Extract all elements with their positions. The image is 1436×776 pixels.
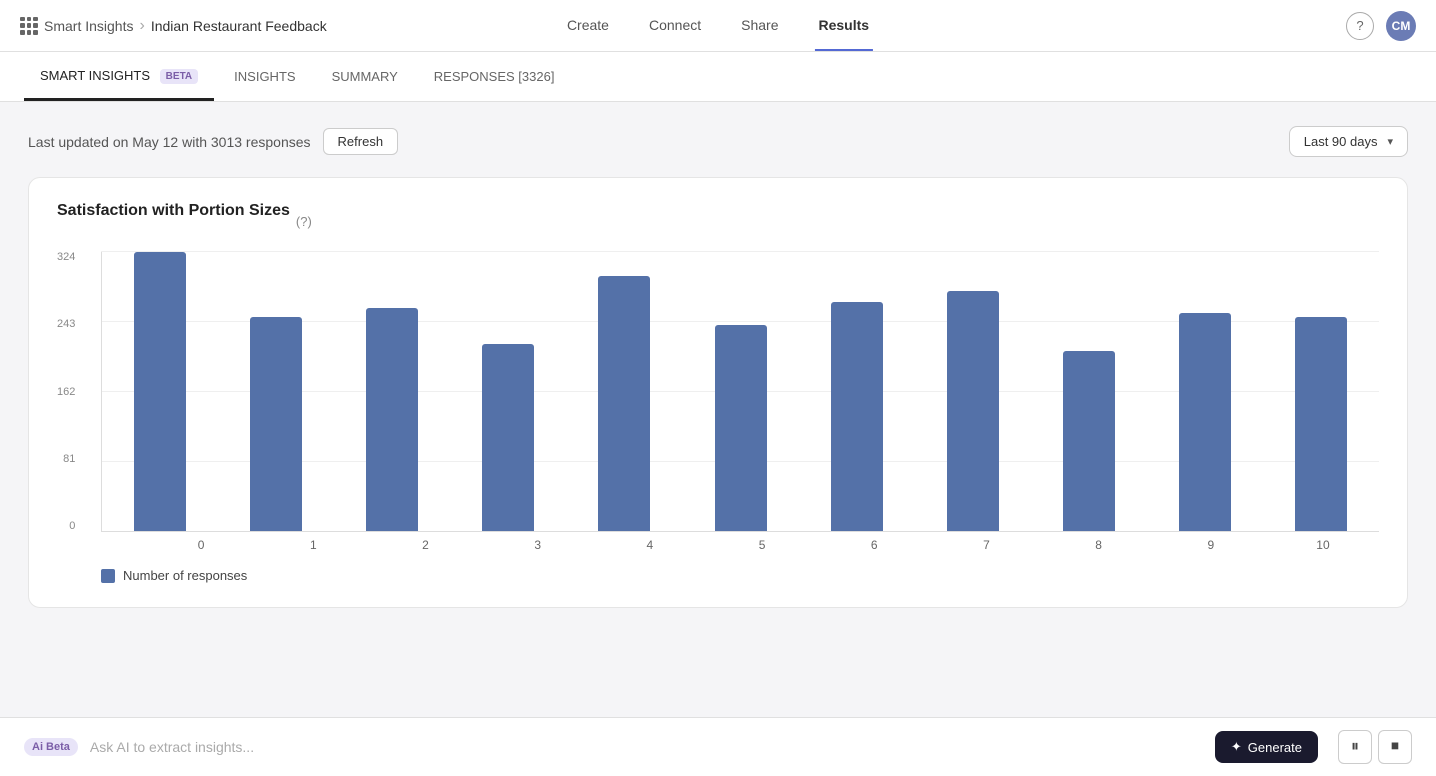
user-avatar[interactable]: CM xyxy=(1386,11,1416,41)
generate-icon: ✦ xyxy=(1231,739,1242,755)
ai-beta-tag: Ai Beta xyxy=(24,738,78,756)
x-label-6: 6 xyxy=(818,538,930,552)
status-bar: Last updated on May 12 with 3013 respons… xyxy=(28,126,1408,157)
y-label-0: 0 xyxy=(57,521,83,532)
x-label-9: 9 xyxy=(1155,538,1267,552)
chart-legend: Number of responses xyxy=(57,568,1379,583)
chevron-down-icon: ▾ xyxy=(1387,135,1393,148)
x-label-4: 4 xyxy=(594,538,706,552)
chart-title: Satisfaction with Portion Sizes xyxy=(57,202,290,220)
status-left: Last updated on May 12 with 3013 respons… xyxy=(28,128,398,155)
y-label-81: 81 xyxy=(57,454,83,465)
generate-button[interactable]: ✦ Generate xyxy=(1215,731,1318,763)
date-filter-dropdown[interactable]: Last 90 days ▾ xyxy=(1289,126,1408,157)
help-button[interactable]: ? xyxy=(1346,12,1374,40)
ai-bottom-bar: Ai Beta ✦ Generate ⏸ ⏹ xyxy=(0,717,1436,776)
ai-input-field[interactable] xyxy=(90,739,1203,755)
pause-controls: ⏸ ⏹ xyxy=(1338,730,1412,764)
bar-10[interactable] xyxy=(1295,317,1347,531)
x-axis-labels: 012345678910 xyxy=(101,538,1379,552)
y-axis: 0 81 162 243 324 xyxy=(57,252,83,532)
bar-group-7 xyxy=(915,252,1031,531)
x-label-0: 0 xyxy=(145,538,257,552)
x-label-2: 2 xyxy=(369,538,481,552)
date-filter-label: Last 90 days xyxy=(1304,134,1378,149)
bar-group-2 xyxy=(334,252,450,531)
bar-group-0 xyxy=(102,252,218,531)
tabs-bar: SMART INSIGHTS BETA INSIGHTS SUMMARY RES… xyxy=(0,52,1436,102)
bar-group-4 xyxy=(566,252,682,531)
bar-group-10 xyxy=(1263,252,1379,531)
bar-group-9 xyxy=(1147,252,1263,531)
x-label-7: 7 xyxy=(930,538,1042,552)
breadcrumb-page: Indian Restaurant Feedback xyxy=(151,18,327,34)
chart-tooltip-icon[interactable]: (?) xyxy=(296,214,312,229)
x-label-3: 3 xyxy=(482,538,594,552)
breadcrumb-arrow: › xyxy=(139,17,144,35)
chart-bars xyxy=(101,252,1379,532)
bar-1[interactable] xyxy=(250,317,302,531)
nav-share[interactable]: Share xyxy=(737,1,782,51)
legend-label: Number of responses xyxy=(123,568,247,583)
bar-group-1 xyxy=(218,252,334,531)
tab-smart-insights[interactable]: SMART INSIGHTS BETA xyxy=(24,52,214,101)
nav-center: Create Connect Share Results xyxy=(563,1,873,51)
tab-insights[interactable]: INSIGHTS xyxy=(218,53,311,101)
x-label-10: 10 xyxy=(1267,538,1379,552)
x-label-8: 8 xyxy=(1043,538,1155,552)
bar-7[interactable] xyxy=(947,291,999,531)
app-name: Smart Insights xyxy=(44,18,133,34)
bar-group-6 xyxy=(799,252,915,531)
refresh-button[interactable]: Refresh xyxy=(323,128,399,155)
bar-0[interactable] xyxy=(134,252,186,531)
beta-badge: BETA xyxy=(160,69,198,84)
top-nav: Smart Insights › Indian Restaurant Feedb… xyxy=(0,0,1436,52)
stop-button[interactable]: ⏹ xyxy=(1378,730,1412,764)
tab-summary[interactable]: SUMMARY xyxy=(316,53,414,101)
bar-3[interactable] xyxy=(482,344,534,531)
nav-create[interactable]: Create xyxy=(563,1,613,51)
grid-icon xyxy=(20,17,38,35)
bar-group-5 xyxy=(682,252,798,531)
y-label-324: 324 xyxy=(57,252,83,263)
generate-label: Generate xyxy=(1248,740,1302,755)
y-label-243: 243 xyxy=(57,319,83,330)
pause-button[interactable]: ⏸ xyxy=(1338,730,1372,764)
bar-4[interactable] xyxy=(598,276,650,531)
bar-9[interactable] xyxy=(1179,313,1231,531)
bar-chart: 0 81 162 243 324 0123456 xyxy=(57,252,1379,552)
bar-6[interactable] xyxy=(831,302,883,531)
nav-results[interactable]: Results xyxy=(814,1,873,51)
nav-connect[interactable]: Connect xyxy=(645,1,705,51)
legend-color-dot xyxy=(101,569,115,583)
x-label-5: 5 xyxy=(706,538,818,552)
bar-8[interactable] xyxy=(1063,351,1115,531)
y-label-162: 162 xyxy=(57,387,83,398)
chart-header: Satisfaction with Portion Sizes (?) xyxy=(57,202,1379,240)
tab-responses[interactable]: RESPONSES [3326] xyxy=(418,53,571,101)
bar-group-8 xyxy=(1031,252,1147,531)
chart-plot-area xyxy=(101,252,1379,532)
nav-right: ? CM xyxy=(1346,11,1416,41)
app-logo[interactable]: Smart Insights xyxy=(20,17,133,35)
bar-5[interactable] xyxy=(715,325,767,531)
bar-2[interactable] xyxy=(366,308,418,531)
bar-group-3 xyxy=(450,252,566,531)
main-content: Last updated on May 12 with 3013 respons… xyxy=(0,102,1436,632)
x-label-1: 1 xyxy=(257,538,369,552)
status-text: Last updated on May 12 with 3013 respons… xyxy=(28,134,311,150)
chart-card: Satisfaction with Portion Sizes (?) 0 81… xyxy=(28,177,1408,608)
